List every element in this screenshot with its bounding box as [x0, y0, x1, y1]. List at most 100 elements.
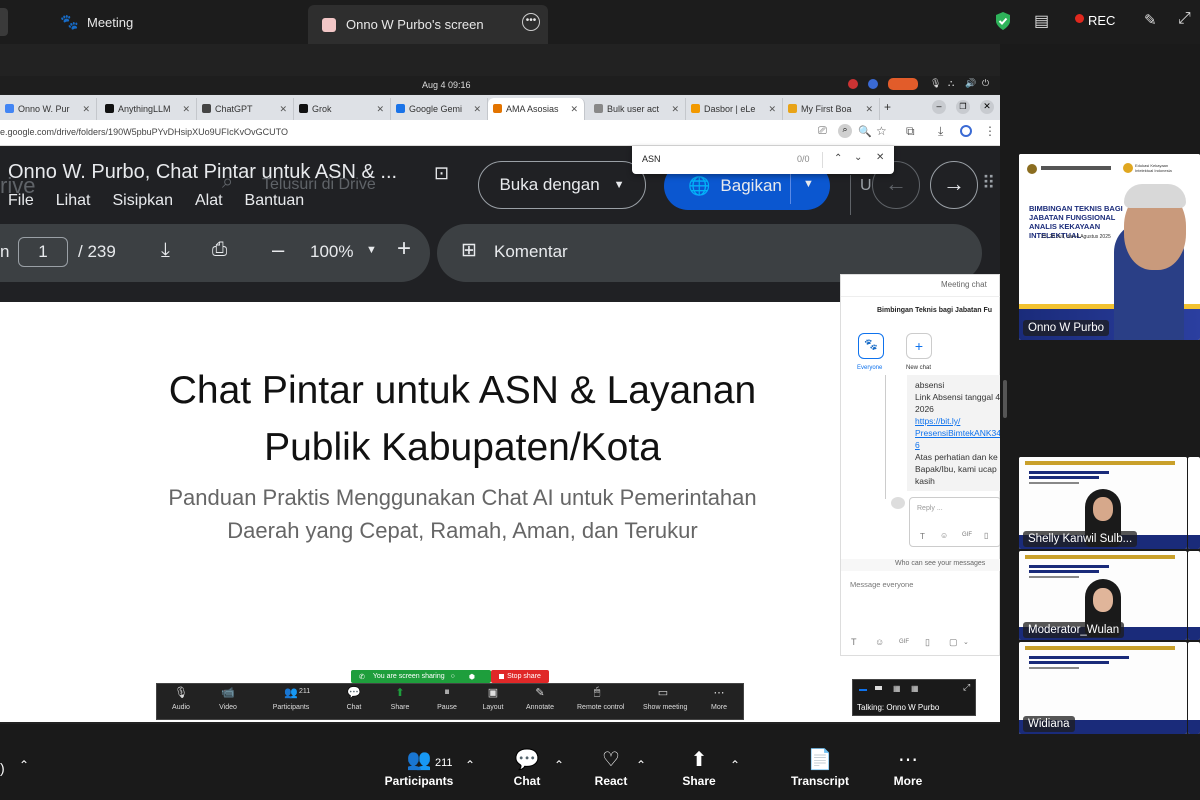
next-file-button[interactable]: →	[930, 161, 978, 209]
download-pdf-icon[interactable]: ⤓	[161, 239, 170, 262]
apps-grid-icon[interactable]: ⠿	[982, 173, 995, 194]
share-toolbar-participants-button[interactable]: 👥 Participants 211	[271, 686, 311, 711]
participants-button[interactable]: 👥 Participants	[379, 746, 459, 798]
star-icon[interactable]: ☆	[876, 124, 887, 138]
restore-window-button[interactable]: ❐	[956, 100, 970, 114]
audio-options-caret[interactable]: ⌃	[19, 758, 29, 772]
format-text-icon[interactable]: T	[851, 637, 857, 647]
zoom-icon[interactable]: 🔍	[858, 125, 872, 138]
format-text-icon[interactable]: T	[920, 532, 925, 541]
browser-tab[interactable]: Google Gemi ✕	[391, 98, 488, 120]
audio-icon-partial[interactable]: )	[0, 760, 5, 776]
video-tile-partial[interactable]	[1188, 551, 1200, 640]
new-tab-button[interactable]: +	[884, 100, 891, 114]
message-input[interactable]: Message everyone	[850, 580, 913, 589]
view-grid-icon[interactable]: ▦	[893, 684, 901, 693]
browser-tab[interactable]: Dasbor | eLe ✕	[686, 98, 783, 120]
close-tab-icon[interactable]: ✕	[376, 104, 384, 115]
share-toolbar-layout-button[interactable]: ▣ Layout	[473, 686, 513, 711]
browser-tab[interactable]: My First Boa ✕	[783, 98, 880, 120]
video-tile-shelly[interactable]: Shelly Kanwil Sulb...	[1019, 457, 1187, 549]
participants-caret[interactable]: ⌃	[465, 758, 475, 772]
move-folder-icon[interactable]: ⊡	[434, 163, 449, 184]
find-query-input[interactable]: ASN	[642, 154, 661, 164]
view-gallery-icon[interactable]: ▦	[911, 684, 919, 693]
expand-icon[interactable]: ⤢	[1178, 10, 1191, 28]
close-tab-icon[interactable]: ✕	[768, 104, 776, 115]
browser-tab[interactable]: ChatGPT ✕	[197, 98, 294, 120]
zoom-in-icon[interactable]: +	[397, 235, 411, 263]
react-caret[interactable]: ⌃	[636, 758, 646, 772]
stop-share-button[interactable]: Stop share	[491, 670, 549, 683]
close-tab-icon[interactable]: ✕	[473, 104, 481, 115]
menu-alat[interactable]: Alat	[195, 192, 223, 210]
menu-file[interactable]: File	[8, 192, 34, 210]
zoom-level[interactable]: 100%	[310, 242, 353, 262]
shield-icon[interactable]	[994, 11, 1012, 31]
attendance-link[interactable]: PresensiBimtekANK34	[915, 427, 1001, 439]
share-caret[interactable]: ⌃	[730, 758, 740, 772]
emoji-icon[interactable]: ☺	[875, 637, 884, 647]
more-button[interactable]: ⋯ More	[868, 746, 948, 798]
url-text[interactable]: e.google.com/drive/folders/190W5pbuPYvDH…	[0, 127, 288, 137]
who-can-see-bar[interactable]: Who can see your messages	[841, 559, 1001, 571]
close-tab-icon[interactable]: ✕	[570, 104, 578, 115]
find-icon[interactable]: ⌕	[838, 124, 852, 138]
new-chat-button[interactable]: +	[906, 333, 932, 359]
share-toolbar-annotate-button[interactable]: ✎ Annotate	[520, 686, 560, 711]
cast-icon[interactable]: ⎚	[818, 125, 827, 138]
profile-icon[interactable]	[960, 125, 972, 137]
gif-icon[interactable]: GIF	[899, 639, 909, 645]
browser-tab[interactable]: Grok ✕	[294, 98, 391, 120]
close-tab-icon[interactable]: ✕	[865, 104, 873, 115]
share-dropdown-icon[interactable]: ▼	[803, 178, 814, 190]
panel-resize-handle[interactable]	[1003, 380, 1007, 418]
react-button[interactable]: ♡ React	[571, 746, 651, 798]
close-tab-icon[interactable]: ✕	[279, 104, 287, 115]
view-speaker-icon[interactable]	[859, 685, 867, 691]
menu-sisipkan[interactable]: Sisipkan	[112, 192, 172, 210]
share-toolbar-pause-button[interactable]: ⏸ Pause	[427, 686, 467, 711]
video-tile-moderator[interactable]: Moderator_Wulan	[1019, 551, 1187, 640]
screenshot-icon[interactable]: ▢	[949, 637, 958, 648]
chevron-down-icon[interactable]: ⌄	[963, 638, 969, 646]
pen-icon[interactable]: ✎	[1144, 11, 1157, 29]
share-toolbar-chat-button[interactable]: 💬 Chat	[334, 686, 374, 711]
find-next-icon[interactable]: ⌄	[854, 152, 862, 163]
expand-icon[interactable]: ⤢	[963, 682, 970, 693]
emoji-icon[interactable]: ☺	[940, 531, 948, 540]
gif-icon[interactable]: GIF	[962, 532, 972, 538]
video-tile-widiana[interactable]: Widiana	[1019, 642, 1187, 734]
zoom-out-icon[interactable]: –	[272, 237, 284, 263]
tab-shared-screen[interactable]: Onno W Purbo's screen •••	[308, 5, 548, 44]
browser-tab[interactable]: Bulk user act ✕	[589, 98, 686, 120]
video-tile-partial[interactable]	[1188, 642, 1200, 734]
reply-box[interactable]: Reply ... T ☺ GIF ▯	[909, 497, 1001, 547]
browser-tab[interactable]: AMA Asosias ✕	[488, 98, 585, 120]
view-strip-icon[interactable]	[875, 686, 882, 690]
find-prev-icon[interactable]: ⌃	[834, 153, 842, 164]
close-window-button[interactable]: ✕	[980, 100, 994, 114]
chat-button[interactable]: 💬 Chat	[487, 746, 567, 798]
sharing-info-icon[interactable]: ○	[451, 673, 455, 680]
share-button[interactable]: ⬆ Share	[659, 746, 739, 798]
transcript-button[interactable]: 📄 Transcript	[780, 746, 860, 798]
everyone-chat-button[interactable]: 🐾	[858, 333, 884, 359]
browser-tab[interactable]: AnythingLLM ✕	[100, 98, 197, 120]
browser-tab[interactable]: Onno W. Pur ✕	[0, 98, 97, 120]
video-tile-onno[interactable]: Edukasi Kekayaan Intelektual Indonesia B…	[1019, 154, 1200, 340]
rec-label[interactable]: REC	[1088, 13, 1115, 28]
download-icon[interactable]: ⤓	[938, 124, 943, 139]
share-toolbar-remote-control-button[interactable]: 🖱 Remote control	[577, 686, 624, 711]
attendance-link[interactable]: 6	[915, 439, 993, 451]
file-icon[interactable]: ▯	[984, 531, 988, 540]
share-toolbar-show-meeting-button[interactable]: ▭ Show meeting	[643, 686, 687, 711]
tab-meeting[interactable]: 🐾 Meeting	[0, 5, 305, 39]
zoom-dropdown-icon[interactable]: ▼	[366, 244, 377, 256]
page-number-input[interactable]: 1	[18, 237, 68, 267]
video-tile-partial[interactable]	[1188, 457, 1200, 549]
share-toolbar-video-button[interactable]: 📹 Video	[208, 686, 248, 711]
find-close-icon[interactable]: ✕	[876, 152, 884, 163]
chat-caret[interactable]: ⌃	[554, 758, 564, 772]
minimize-window-button[interactable]: –	[932, 100, 946, 114]
